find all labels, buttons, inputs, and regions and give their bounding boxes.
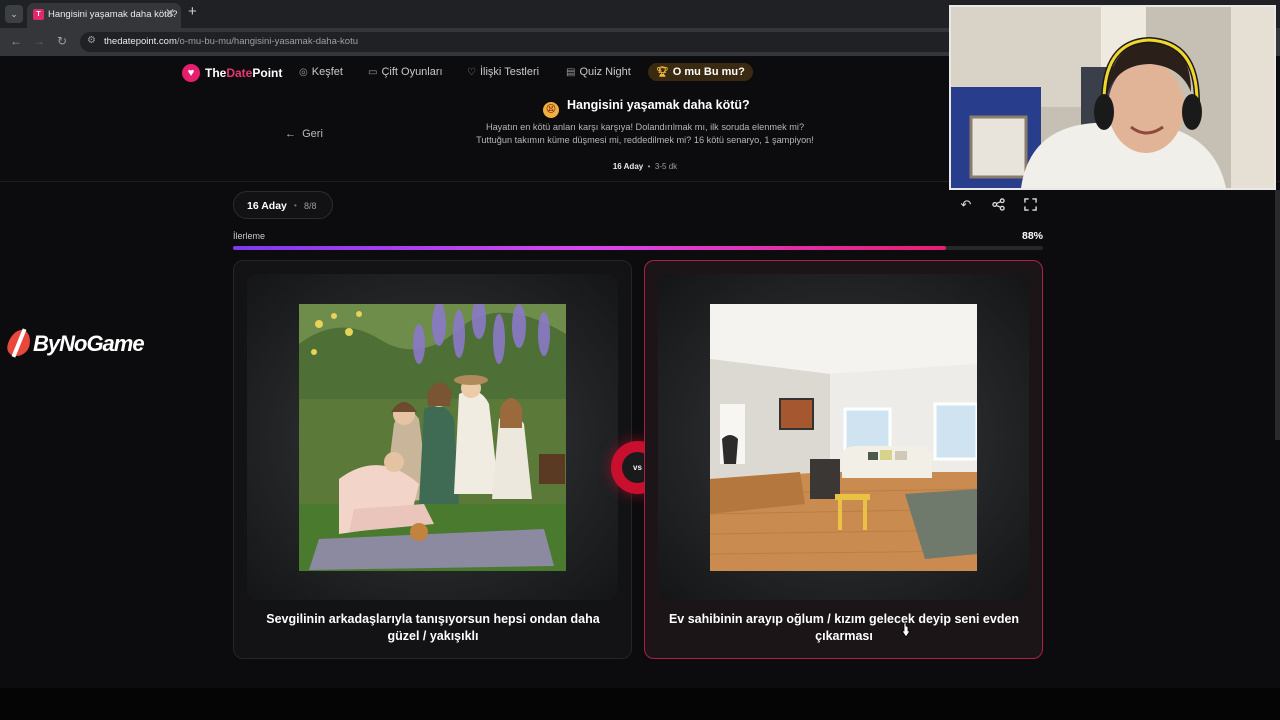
page-description: Hayatın en kötü anları karşı karşıya! Do… bbox=[476, 122, 814, 146]
page-title: 😫︎ Hangisini yaşamak daha kötü? bbox=[543, 98, 750, 118]
option-caption-right: Ev sahibinin arayıp oğlum / kızım gelece… bbox=[668, 612, 1020, 643]
site-info-icon[interactable]: ⚙ bbox=[87, 35, 96, 46]
quiz-icon: ▤ bbox=[566, 67, 576, 78]
url-text: thedatepoint.com/o-mu-bu-mu/hangisini-ya… bbox=[104, 36, 358, 47]
heart-logo-icon: ♥ bbox=[182, 64, 200, 82]
tab-favicon: T bbox=[33, 9, 44, 20]
candidates-pill: 16 Aday • 8/8 bbox=[233, 191, 333, 219]
progress-bar-fill bbox=[233, 246, 946, 250]
undo-button[interactable]: ↶ bbox=[955, 194, 977, 216]
candidates-count: 16 Aday bbox=[247, 200, 287, 212]
new-tab-icon[interactable]: + bbox=[188, 3, 197, 20]
browser-tab-active[interactable]: T Hangisini yaşamak daha kötü? ✕ bbox=[27, 3, 181, 28]
webcam-overlay bbox=[949, 5, 1276, 190]
fullscreen-button[interactable] bbox=[1019, 194, 1041, 216]
progress-bar bbox=[233, 246, 1043, 250]
reload-icon[interactable]: ↻ bbox=[57, 34, 67, 48]
tab-title: Hangisini yaşamak daha kötü? bbox=[48, 9, 178, 20]
tab-search-dropdown-icon[interactable]: ⌄ bbox=[5, 5, 23, 23]
undo-icon: ↶ bbox=[960, 197, 972, 212]
mouse-pointer-icon bbox=[901, 622, 911, 638]
nav-item-cift-oyunlari[interactable]: ▭ Çift Oyunları bbox=[368, 66, 443, 78]
option-image-frame bbox=[247, 274, 618, 600]
page-footer-strip bbox=[0, 688, 1280, 720]
share-icon bbox=[991, 198, 1005, 211]
share-button[interactable] bbox=[987, 194, 1009, 216]
site-logo-text: TheDatePoint bbox=[205, 66, 283, 80]
option-caption-left: Sevgilinin arkadaşlarıyla tanışıyorsun h… bbox=[266, 612, 600, 643]
nav-item-iliski-testleri[interactable]: ♡ İlişki Testleri bbox=[467, 66, 539, 78]
option-image-frame bbox=[658, 274, 1029, 600]
gamepad-icon: ▭ bbox=[368, 67, 378, 78]
fullscreen-icon bbox=[1023, 198, 1037, 211]
quiz-meta: 16 Aday • 3-5 dk bbox=[612, 162, 678, 171]
heart-outline-icon: ♡ bbox=[467, 67, 476, 78]
bynogame-text: ByNoGame bbox=[33, 331, 145, 356]
compass-icon: ◎ bbox=[299, 67, 308, 78]
progress-percent: 88% bbox=[1021, 230, 1043, 242]
option-image-friends-picnic bbox=[299, 304, 566, 571]
back-arrow-icon[interactable]: ← bbox=[10, 34, 22, 48]
option-card-left[interactable]: Sevgilinin arkadaşlarıyla tanışıyorsun h… bbox=[233, 260, 632, 659]
grimace-emoji-icon: 😫︎ bbox=[543, 102, 559, 118]
page-scrollbar[interactable] bbox=[1275, 190, 1280, 440]
progress-label: İlerleme bbox=[233, 231, 266, 241]
url-omnibox[interactable]: ⚙ thedatepoint.com/o-mu-bu-mu/hangisini-… bbox=[80, 32, 960, 52]
arrow-left-icon: ← bbox=[285, 128, 296, 140]
option-image-empty-room bbox=[710, 304, 977, 571]
nav-item-o-mu-bu-mu[interactable]: 🏆︎ O mu Bu mu? bbox=[648, 63, 753, 81]
forward-arrow-icon[interactable]: → bbox=[33, 34, 45, 48]
tab-close-icon[interactable]: ✕ bbox=[165, 6, 175, 20]
round-counter: 8/8 bbox=[304, 201, 317, 211]
option-card-right[interactable]: Ev sahibinin arayıp oğlum / kızım gelece… bbox=[644, 260, 1043, 659]
trophy-icon: 🏆︎ bbox=[656, 67, 669, 78]
nav-item-kesfet[interactable]: ◎ Keşfet bbox=[299, 66, 343, 78]
nav-item-quiz-night[interactable]: ▤ Quiz Night bbox=[566, 66, 631, 78]
back-button[interactable]: ← Geri bbox=[285, 128, 323, 140]
